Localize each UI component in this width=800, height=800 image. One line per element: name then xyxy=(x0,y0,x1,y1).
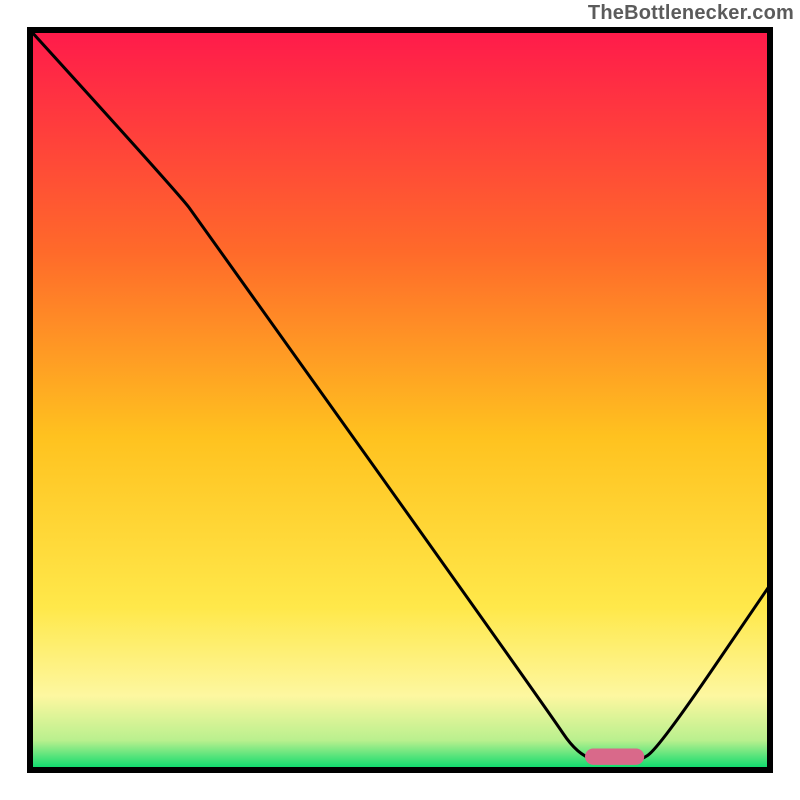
optimal-marker xyxy=(585,749,644,765)
gradient-background xyxy=(30,30,770,770)
attribution-label: TheBottlenecker.com xyxy=(588,2,794,25)
bottleneck-chart xyxy=(0,0,800,800)
chart-svg xyxy=(0,0,800,800)
